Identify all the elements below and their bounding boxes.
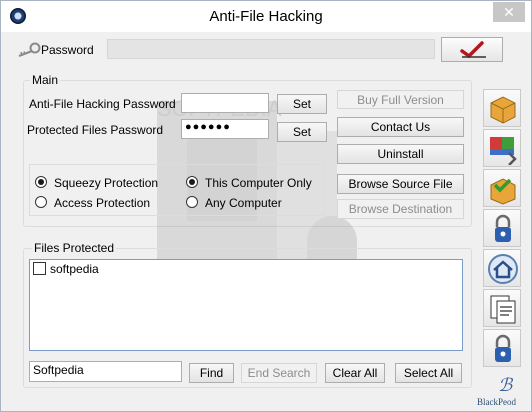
brand-logo-icon: ℬ [498,375,513,395]
protected-password-input[interactable]: ●●●●●● [181,119,269,139]
sidebar-button-lock[interactable] [483,209,521,247]
archive-check-icon [490,178,516,205]
uninstall-button[interactable]: Uninstall [337,144,464,164]
squeezy-protection-label: Squeezy Protection [54,176,159,190]
browse-destination-button[interactable]: Browse Destination [337,199,464,219]
end-search-button[interactable]: End Search [241,363,317,383]
sidebar-button-box[interactable] [483,89,521,127]
browse-source-file-button[interactable]: Browse Source File [337,174,464,194]
password-label: Password [41,43,94,57]
find-button[interactable]: Find [189,363,234,383]
sidebar-button-move-files[interactable] [483,129,521,167]
protected-password-label: Protected Files Password [27,123,164,137]
set-protected-button[interactable]: Set [277,122,327,142]
select-all-button[interactable]: Select All [395,363,462,383]
home-icon [488,254,518,284]
access-protection-radio[interactable] [35,196,47,208]
buy-full-version-button[interactable]: Buy Full Version [337,90,464,109]
window-title: Anti-File Hacking [209,8,323,25]
file-checkbox[interactable] [33,262,46,275]
files-protected-legend: Files Protected [32,241,117,255]
access-protection-label: Access Protection [54,196,151,210]
sidebar-button-archive[interactable] [483,169,521,207]
any-computer-label: Any Computer [205,196,282,210]
this-computer-only-radio[interactable] [186,176,198,188]
sidebar-button-lock-2[interactable] [483,329,521,367]
lock-icon [495,334,511,362]
anti-hack-password-label: Anti-File Hacking Password [29,97,176,111]
contact-us-button[interactable]: Contact Us [337,117,464,137]
main-legend: Main [30,73,61,87]
password-input[interactable] [107,39,435,59]
this-computer-only-label: This Computer Only [205,176,312,190]
clear-all-button[interactable]: Clear All [325,363,385,383]
sidebar-button-home[interactable] [483,249,521,287]
app-window: Anti-File Hacking ✕ Password Main SOFTPE… [0,0,532,412]
search-input[interactable]: Softpedia [29,361,182,382]
title-bar: Anti-File Hacking ✕ [1,1,531,32]
any-computer-radio[interactable] [186,196,198,208]
brand-text: BlackPeod [477,397,516,407]
lock-icon [495,214,511,242]
anti-hack-password-input[interactable] [181,93,269,113]
sidebar-button-documents[interactable] [483,289,521,327]
protected-files-list[interactable]: softpedia [29,259,463,351]
close-button[interactable]: ✕ [493,2,525,22]
signature-checkmark-icon [460,41,486,59]
list-item[interactable]: softpedia [30,261,230,277]
login-button[interactable] [441,37,503,62]
squeezy-protection-radio[interactable] [35,176,47,188]
documents-icon [490,295,516,324]
box-icon [490,96,516,124]
key-icon [18,42,41,58]
file-name: softpedia [50,262,99,276]
set-anti-hack-button[interactable]: Set [277,94,327,114]
move-files-icon [490,137,517,165]
